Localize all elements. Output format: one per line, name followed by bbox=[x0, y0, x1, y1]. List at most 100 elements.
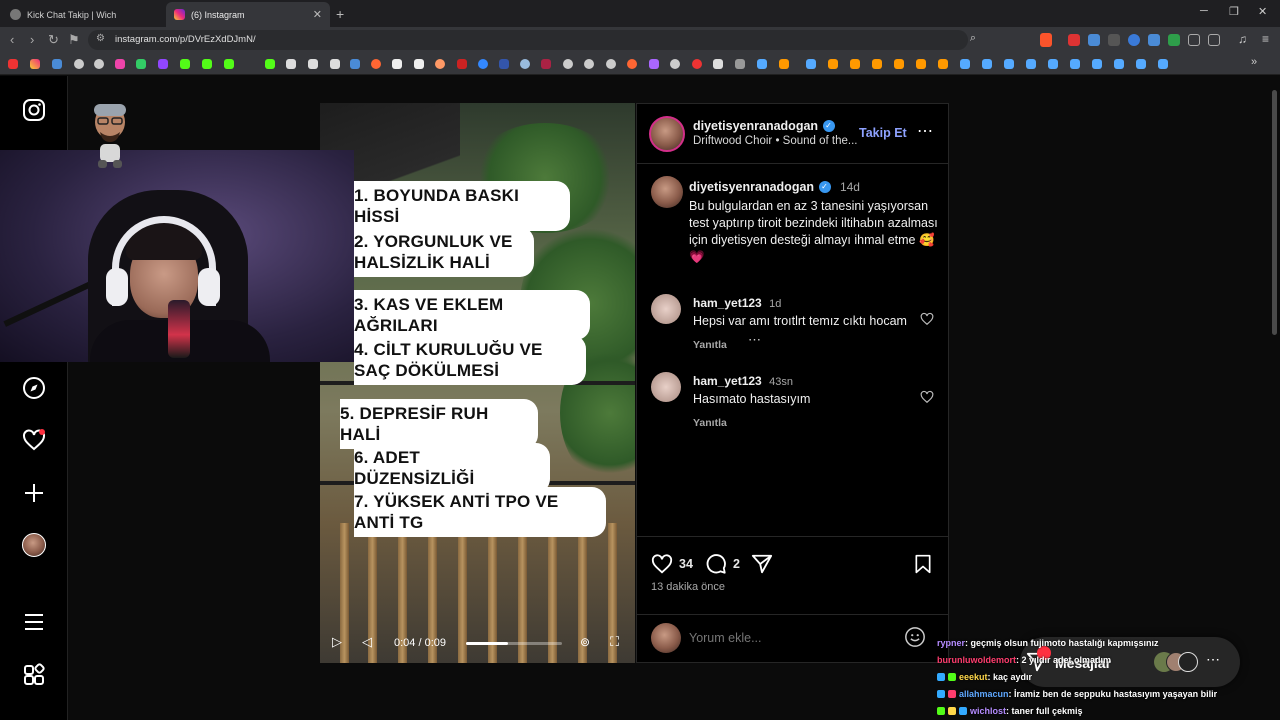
more-menu-icon[interactable] bbox=[22, 610, 46, 634]
caption-username[interactable]: diyetisyenranadogan bbox=[689, 180, 814, 194]
audio-label[interactable]: Driftwood Choir • Sound of the... bbox=[693, 135, 863, 147]
bookmark-instagram-icon[interactable] bbox=[30, 59, 40, 69]
bookmark-kick-icon[interactable] bbox=[202, 59, 212, 69]
settings-icon[interactable]: ⊚ bbox=[580, 635, 590, 649]
play-icon[interactable]: ▷ bbox=[332, 634, 342, 650]
reload-icon[interactable]: ↻ bbox=[48, 32, 59, 48]
video-progress-track[interactable] bbox=[466, 642, 562, 645]
bookmark-icon[interactable] bbox=[94, 59, 104, 69]
bookmark-icon[interactable] bbox=[414, 59, 424, 69]
site-info-icon[interactable]: ⚙ bbox=[96, 33, 105, 44]
tab-instagram[interactable]: (6) Instagram ✕ bbox=[166, 2, 330, 27]
bookmark-steam-icon[interactable] bbox=[982, 59, 992, 69]
extension-icon[interactable] bbox=[1068, 34, 1080, 46]
bookmark-icon[interactable] bbox=[606, 59, 616, 69]
bookmark-steam-icon[interactable] bbox=[757, 59, 767, 69]
extension-icon[interactable] bbox=[1168, 34, 1180, 46]
bookmark-icon[interactable] bbox=[713, 59, 723, 69]
bookmark-steam-icon[interactable] bbox=[806, 59, 816, 69]
emoji-icon[interactable] bbox=[904, 626, 926, 648]
comment-avatar[interactable] bbox=[651, 372, 681, 402]
author-avatar[interactable] bbox=[649, 116, 685, 152]
brave-shield-icon[interactable] bbox=[1040, 33, 1052, 47]
bookmark-icon[interactable] bbox=[894, 59, 904, 69]
bookmark-drive-icon[interactable] bbox=[136, 59, 146, 69]
like-heart-icon[interactable] bbox=[651, 553, 673, 575]
comment-options-icon[interactable]: ⋯ bbox=[748, 332, 761, 348]
bookmark-icon[interactable] bbox=[308, 59, 318, 69]
extension-icon[interactable] bbox=[1088, 34, 1100, 46]
bookmark-twitch-icon[interactable] bbox=[158, 59, 168, 69]
page-scrollbar[interactable] bbox=[1272, 90, 1277, 335]
like-comment-heart-icon[interactable] bbox=[920, 390, 934, 404]
close-window-icon[interactable]: ✕ bbox=[1258, 5, 1267, 18]
sidebar-toggle-icon[interactable] bbox=[1208, 34, 1220, 46]
reply-button[interactable]: Yanıtla bbox=[693, 339, 923, 351]
bookmark-icon[interactable] bbox=[52, 59, 62, 69]
share-send-icon[interactable] bbox=[751, 553, 773, 575]
bookmark-icon[interactable] bbox=[872, 59, 882, 69]
volume-icon[interactable]: ◁ bbox=[362, 634, 372, 650]
bookmark-icon[interactable] bbox=[457, 59, 467, 69]
extension-icon[interactable] bbox=[1128, 34, 1140, 46]
tab-kick-chat[interactable]: Kick Chat Takip | Wich bbox=[2, 2, 166, 27]
menu-icon[interactable]: ≡ bbox=[1262, 32, 1269, 46]
bookmark-icon[interactable] bbox=[779, 59, 789, 69]
bookmark-steam-icon[interactable] bbox=[1092, 59, 1102, 69]
bookmark-icon[interactable] bbox=[115, 59, 125, 69]
bookmark-icon[interactable] bbox=[627, 59, 637, 69]
bookmark-icon[interactable] bbox=[478, 59, 488, 69]
post-video[interactable]: 1. BOYUNDA BASKI HİSSİ 2. YORGUNLUK VE H… bbox=[320, 103, 635, 663]
bookmark-steam-icon[interactable] bbox=[1136, 59, 1146, 69]
extensions-puzzle-icon[interactable] bbox=[1188, 34, 1200, 46]
profile-avatar-icon[interactable] bbox=[22, 533, 46, 557]
bookmark-icon[interactable] bbox=[670, 59, 680, 69]
address-bar[interactable]: ⚙ instagram.com/p/DVrEzXdDJmN/ ⌕ bbox=[88, 30, 976, 50]
instagram-logo-icon[interactable] bbox=[22, 98, 46, 122]
bookmark-icon[interactable] bbox=[350, 59, 360, 69]
bookmark-icon[interactable] bbox=[541, 59, 551, 69]
more-bookmarks-icon[interactable]: » bbox=[1251, 56, 1257, 68]
extension-icon[interactable] bbox=[1108, 34, 1120, 46]
bookmark-icon[interactable] bbox=[499, 59, 509, 69]
bookmark-kick-icon[interactable] bbox=[224, 59, 234, 69]
bookmark-icon[interactable] bbox=[286, 59, 296, 69]
bookmark-icon[interactable] bbox=[850, 59, 860, 69]
bookmark-steam-icon[interactable] bbox=[1048, 59, 1058, 69]
restore-icon[interactable]: ❐ bbox=[1229, 5, 1239, 18]
like-count[interactable]: 34 bbox=[679, 557, 693, 571]
extension-icon[interactable] bbox=[1148, 34, 1160, 46]
bookmark-icon[interactable] bbox=[938, 59, 948, 69]
comment-avatar[interactable] bbox=[651, 294, 681, 324]
media-icon[interactable]: ♫ bbox=[1238, 32, 1247, 46]
like-comment-heart-icon[interactable] bbox=[920, 312, 934, 326]
bookmark-x-icon[interactable] bbox=[330, 59, 340, 69]
notifications-heart-icon[interactable] bbox=[22, 428, 46, 452]
comment-bubble-icon[interactable] bbox=[705, 553, 727, 575]
bookmark-steam-icon[interactable] bbox=[960, 59, 970, 69]
bookmark-icon[interactable] bbox=[828, 59, 838, 69]
comment-username[interactable]: ham_yet123 bbox=[693, 374, 762, 388]
bookmark-reddit-icon[interactable] bbox=[371, 59, 381, 69]
bookmark-steam-icon[interactable] bbox=[1004, 59, 1014, 69]
create-plus-icon[interactable] bbox=[22, 481, 46, 505]
bookmark-icon[interactable] bbox=[74, 59, 84, 69]
comment-input[interactable] bbox=[689, 628, 889, 648]
bookmark-folder-icon[interactable] bbox=[735, 59, 745, 69]
bookmark-steam-icon[interactable] bbox=[1026, 59, 1036, 69]
back-icon[interactable]: ‹ bbox=[10, 32, 14, 47]
bookmark-icon[interactable] bbox=[692, 59, 702, 69]
bookmark-youtube-icon[interactable] bbox=[8, 59, 18, 69]
zoom-icon[interactable]: ⌕ bbox=[970, 32, 976, 45]
bookmark-icon[interactable] bbox=[520, 59, 530, 69]
bookmark-steam-icon[interactable] bbox=[1070, 59, 1080, 69]
bookmark-icon[interactable] bbox=[649, 59, 659, 69]
bookmark-icon[interactable] bbox=[916, 59, 926, 69]
bookmark-icon[interactable] bbox=[435, 59, 445, 69]
bookmark-kick-icon[interactable] bbox=[180, 59, 190, 69]
explore-compass-icon[interactable] bbox=[22, 376, 46, 400]
bookmark-steam-icon[interactable] bbox=[1158, 59, 1168, 69]
more-options-icon[interactable]: ⋯ bbox=[917, 121, 933, 141]
also-from-meta-icon[interactable] bbox=[22, 663, 46, 687]
bookmark-icon[interactable] bbox=[563, 59, 573, 69]
